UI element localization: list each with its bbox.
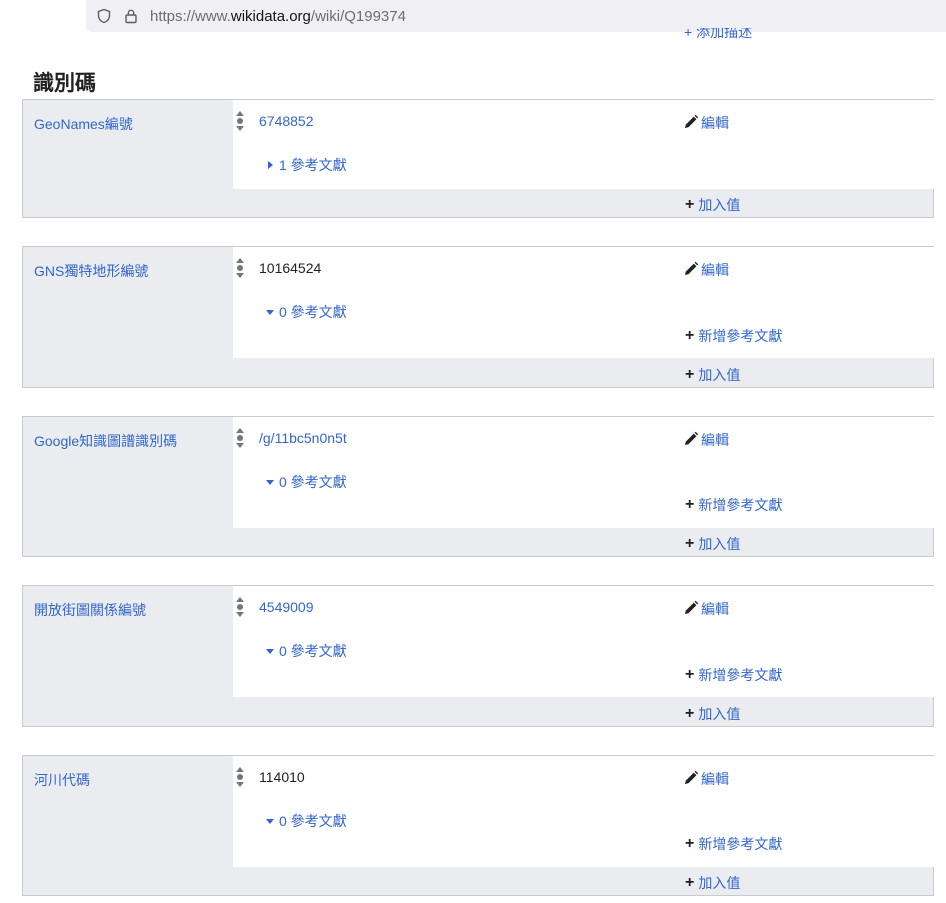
statement: 10164524 0 參考文獻 編輯 + 新增參考文獻	[233, 247, 934, 358]
add-value-label: 加入值	[698, 367, 741, 383]
edit-button[interactable]: 編輯	[683, 113, 729, 133]
add-value-label: 加入值	[698, 197, 741, 213]
plus-icon: +	[685, 535, 695, 552]
references-count: 0 參考文獻	[279, 813, 347, 829]
statement-value[interactable]: 4549009	[259, 599, 314, 615]
statement: /g/11bc5n0n5t 0 參考文獻 編輯 + 新增參考文獻	[233, 417, 934, 528]
add-reference-button[interactable]: + 新增參考文獻	[685, 326, 782, 346]
add-reference-label: 新增參考文獻	[698, 836, 783, 852]
property-link[interactable]: GNS獨特地形編號	[34, 261, 148, 281]
property-link[interactable]: 河川代碼	[34, 770, 90, 790]
lock-icon[interactable]	[123, 8, 139, 24]
add-reference-button[interactable]: + 新增參考文獻	[685, 834, 782, 854]
plus-icon: +	[685, 874, 695, 891]
references-toggle[interactable]: 0 參考文獻	[265, 811, 347, 831]
plus-icon: +	[685, 835, 695, 852]
add-value-button[interactable]: + 加入值	[685, 873, 740, 893]
statement-value: 10164524	[259, 260, 322, 276]
plus-icon: +	[685, 366, 695, 383]
pencil-icon	[683, 114, 701, 133]
property-link[interactable]: Google知識圖譜識別碼	[34, 431, 177, 451]
references-count: 0 參考文獻	[279, 304, 347, 320]
add-reference-label: 新增參考文獻	[698, 667, 783, 683]
plus-icon: +	[685, 705, 695, 722]
rank-selector-icon[interactable]	[235, 766, 245, 788]
statement: 4549009 0 參考文獻 編輯 + 新增參考文獻	[233, 586, 934, 697]
plus-icon: +	[685, 196, 695, 213]
plus-icon: +	[685, 327, 695, 344]
pencil-icon	[683, 600, 701, 619]
plus-icon: +	[685, 666, 695, 683]
add-reference-label: 新增參考文獻	[698, 497, 783, 513]
url-prefix: https://www.	[150, 8, 231, 25]
add-value-label: 加入值	[698, 875, 741, 891]
triangle-right-icon	[265, 157, 279, 173]
statement-value[interactable]: 6748852	[259, 113, 314, 129]
triangle-down-icon	[265, 304, 279, 320]
references-toggle[interactable]: 0 參考文獻	[265, 472, 347, 492]
statement: 114010 0 參考文獻 編輯 + 新增參考文獻	[233, 756, 934, 867]
add-value-label: 加入值	[698, 706, 741, 722]
url-path: /wiki/Q199374	[310, 8, 406, 25]
rank-selector-icon[interactable]	[235, 596, 245, 618]
edit-label: 編輯	[701, 262, 729, 278]
property-link[interactable]: 開放街圖關係編號	[34, 600, 146, 620]
statement-group: 開放街圖關係編號 4549009 0 參考文獻 編輯 + 新增參考文獻 + 加入…	[22, 585, 934, 727]
property-link[interactable]: GeoNames編號	[34, 114, 133, 134]
add-value-button[interactable]: + 加入值	[685, 195, 740, 215]
browser-toolbar: https://www.wikidata.org/wiki/Q199374	[0, 0, 946, 34]
references-toggle[interactable]: 0 參考文獻	[265, 641, 347, 661]
statement-value[interactable]: /g/11bc5n0n5t	[259, 430, 347, 446]
references-toggle[interactable]: 0 參考文獻	[265, 302, 347, 322]
add-description-link[interactable]: + 添加描述	[684, 28, 804, 42]
url-domain: wikidata.org	[230, 8, 311, 25]
url-text[interactable]: https://www.wikidata.org/wiki/Q199374	[150, 8, 406, 25]
add-reference-label: 新增參考文獻	[698, 328, 783, 344]
rank-selector-icon[interactable]	[235, 257, 245, 279]
references-toggle[interactable]: 1 參考文獻	[265, 155, 347, 175]
edit-label: 編輯	[701, 601, 729, 617]
add-reference-button[interactable]: + 新增參考文獻	[685, 665, 782, 685]
statement-value: 114010	[259, 769, 305, 785]
add-value-button[interactable]: + 加入值	[685, 534, 740, 554]
section-title: 識別碼	[33, 72, 96, 95]
rank-selector-icon[interactable]	[235, 427, 245, 449]
statement-group: GeoNames編號 6748852 1 參考文獻 編輯 + 加入值	[22, 99, 934, 218]
edit-button[interactable]: 編輯	[683, 599, 729, 619]
triangle-down-icon	[265, 643, 279, 659]
edit-button[interactable]: 編輯	[683, 260, 729, 280]
triangle-down-icon	[265, 474, 279, 490]
references-count: 1 參考文獻	[279, 157, 347, 173]
add-value-label: 加入值	[698, 536, 741, 552]
edit-label: 編輯	[701, 115, 729, 131]
plus-icon: +	[685, 496, 695, 513]
shield-icon[interactable]	[96, 8, 112, 24]
edit-button[interactable]: 編輯	[683, 430, 729, 450]
edit-label: 編輯	[701, 432, 729, 448]
pencil-icon	[683, 431, 701, 450]
add-description-label: + 添加描述	[684, 28, 753, 40]
statement-group: Google知識圖譜識別碼 /g/11bc5n0n5t 0 參考文獻 編輯 + …	[22, 416, 934, 557]
rank-selector-icon[interactable]	[235, 110, 245, 132]
add-reference-button[interactable]: + 新增參考文獻	[685, 495, 782, 515]
edit-label: 編輯	[701, 771, 729, 787]
triangle-down-icon	[265, 813, 279, 829]
references-count: 0 參考文獻	[279, 643, 347, 659]
add-value-button[interactable]: + 加入值	[685, 365, 740, 385]
statement-group: 河川代碼 114010 0 參考文獻 編輯 + 新增參考文獻 + 加入值	[22, 755, 934, 896]
edit-button[interactable]: 編輯	[683, 769, 729, 789]
references-count: 0 參考文獻	[279, 474, 347, 490]
statement: 6748852 1 參考文獻 編輯	[233, 100, 934, 189]
add-value-button[interactable]: + 加入值	[685, 704, 740, 724]
statement-group: GNS獨特地形編號 10164524 0 參考文獻 編輯 + 新增參考文獻 + …	[22, 246, 934, 388]
pencil-icon	[683, 261, 701, 280]
pencil-icon	[683, 770, 701, 789]
